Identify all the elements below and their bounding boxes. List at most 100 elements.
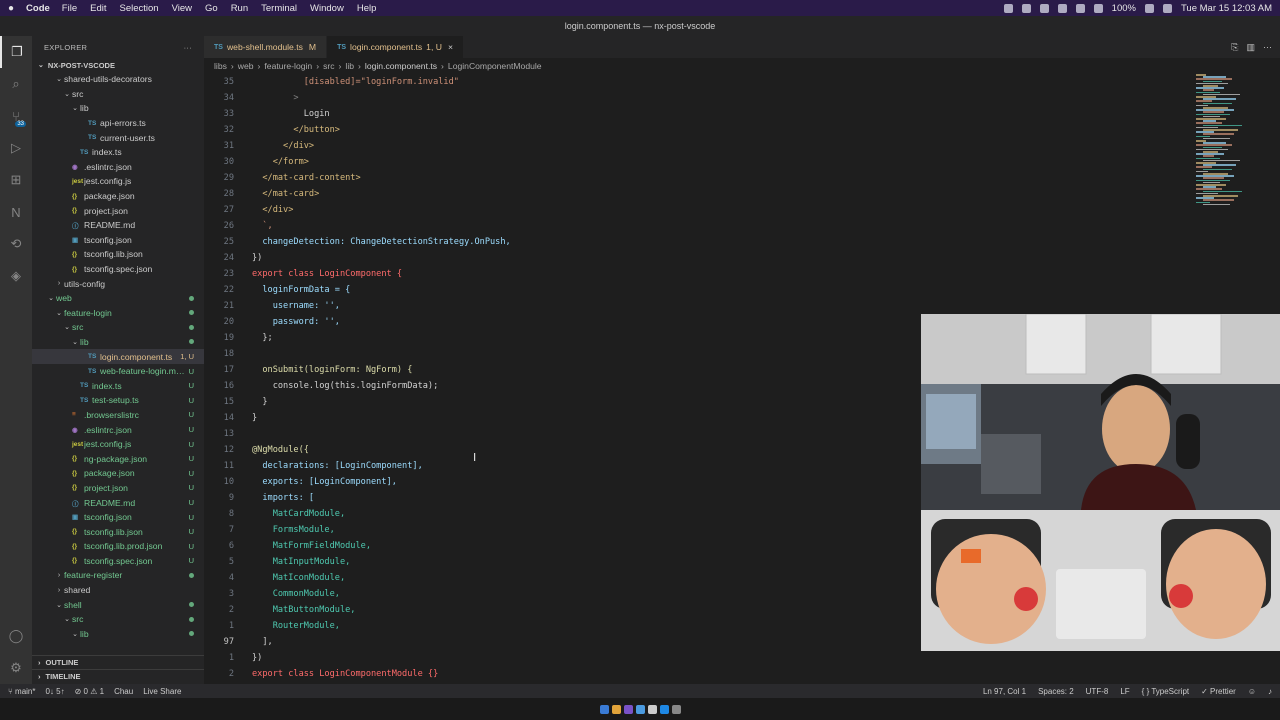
gear-icon[interactable]: ⚙ (0, 652, 32, 684)
code-line[interactable]: 30 </form> (204, 154, 1184, 170)
tree-file[interactable]: {} tsconfig.spec.json U (32, 554, 204, 569)
status-icon[interactable] (1057, 3, 1067, 13)
tree-file[interactable]: {} ng-package.json U (32, 451, 204, 466)
menu-help[interactable]: Help (357, 3, 377, 14)
code-line[interactable]: 32 </button> (204, 122, 1184, 138)
language-mode[interactable]: { } TypeScript (1142, 687, 1189, 696)
feedback-icon[interactable]: ☺ (1248, 687, 1256, 696)
menu-file[interactable]: File (62, 3, 77, 14)
battery-level[interactable]: 100% (1112, 3, 1136, 14)
dock-app-icon[interactable] (659, 704, 669, 714)
bell-icon[interactable]: ♪ (1268, 687, 1272, 696)
indentation[interactable]: Spaces: 2 (1038, 687, 1074, 696)
tree-folder[interactable]: ⌄ lib (32, 627, 204, 642)
problems-status[interactable]: ⊘ 0 ⚠ 1 (75, 687, 104, 696)
tree-folder[interactable]: › feature-register (32, 568, 204, 583)
status-icon[interactable] (1039, 3, 1049, 13)
tree-file[interactable]: {} project.json U (32, 481, 204, 496)
split-editor-icon[interactable]: ▥ (1246, 42, 1255, 53)
menu-edit[interactable]: Edit (90, 3, 106, 14)
minimap[interactable] (1192, 74, 1248, 214)
app-menu[interactable]: Code (26, 3, 50, 14)
breadcrumb-item[interactable]: src (323, 61, 334, 71)
clock[interactable]: Tue Mar 15 12:03 AM (1181, 3, 1272, 14)
tree-folder[interactable]: ⌄ src (32, 320, 204, 335)
code-line[interactable]: 34 > (204, 90, 1184, 106)
tree-folder[interactable]: › shared (32, 583, 204, 598)
dock-app-icon[interactable] (599, 704, 609, 714)
tree-folder[interactable]: ⌄ lib (32, 335, 204, 350)
menu-run[interactable]: Run (231, 3, 248, 14)
tree-file[interactable]: {} package.json (32, 189, 204, 204)
compare-icon[interactable]: ⎘ (1231, 42, 1238, 53)
close-icon[interactable]: × (448, 42, 453, 52)
tree-file[interactable]: {} tsconfig.spec.json (32, 262, 204, 277)
code-line[interactable]: 26 `, (204, 218, 1184, 234)
code-line[interactable]: 33 Login (204, 106, 1184, 122)
status-icon[interactable] (1021, 3, 1031, 13)
files-icon[interactable]: ❐ (0, 36, 32, 68)
code-line[interactable]: 35 [disabled]="loginForm.invalid" (204, 74, 1184, 90)
extensions-icon[interactable]: ⊞ (0, 164, 32, 196)
tree-file[interactable]: ◉ .eslintrc.json (32, 160, 204, 175)
tree-file[interactable]: ▣ tsconfig.json (32, 233, 204, 248)
project-header[interactable]: ⌄ NX-POST-VSCODE (32, 58, 204, 72)
sync-status[interactable]: 0↓ 5↑ (45, 687, 64, 696)
tree-file[interactable]: TS current-user.ts (32, 130, 204, 145)
status-icon[interactable] (1075, 3, 1085, 13)
remote-icon[interactable]: ⟲ (0, 228, 32, 260)
tree-folder[interactable]: ⌄ shell (32, 597, 204, 612)
more-actions-icon[interactable]: ··· (1263, 42, 1272, 52)
tree-file[interactable]: TS index.ts (32, 145, 204, 160)
dock-app-icon[interactable] (671, 704, 681, 714)
tree-folder[interactable]: ⌄ feature-login (32, 306, 204, 321)
line-ending[interactable]: LF (1120, 687, 1129, 696)
tab-web-shell-module[interactable]: TS web-shell.module.ts M (204, 36, 328, 58)
prettier-status[interactable]: ✓ Prettier (1201, 687, 1236, 696)
menu-view[interactable]: View (172, 3, 192, 14)
code-line[interactable]: 1}) (204, 650, 1184, 666)
nx-icon[interactable]: N (0, 196, 32, 228)
tree-file[interactable]: TS test-setup.ts U (32, 393, 204, 408)
tree-file[interactable]: {} tsconfig.lib.json U (32, 524, 204, 539)
tree-file[interactable]: ≡ .browserslistrc U (32, 408, 204, 423)
code-line[interactable]: 21 username: '', (204, 298, 1184, 314)
code-line[interactable]: 25 changeDetection: ChangeDetectionStrat… (204, 234, 1184, 250)
tree-file[interactable]: ◉ .eslintrc.json U (32, 422, 204, 437)
code-line[interactable]: 2 export class LoginComponentModule {} (204, 666, 1184, 682)
tree-file[interactable]: {} project.json (32, 203, 204, 218)
apple-icon[interactable]: ● (8, 3, 14, 14)
spotlight-icon[interactable] (1162, 3, 1172, 13)
dock-app-icon[interactable] (647, 704, 657, 714)
menu-selection[interactable]: Selection (119, 3, 158, 14)
tree-file[interactable]: ▣ tsconfig.json U (32, 510, 204, 525)
timeline-section[interactable]: › TIMELINE (32, 669, 204, 683)
run-debug-icon[interactable]: ▷ (0, 132, 32, 164)
tree-folder[interactable]: › utils-config (32, 276, 204, 291)
tree-folder[interactable]: ⌄ src (32, 612, 204, 627)
more-actions-icon[interactable]: ··· (184, 43, 192, 52)
tree-file[interactable]: {} tsconfig.lib.json (32, 247, 204, 262)
cursor-position[interactable]: Ln 97, Col 1 (983, 687, 1026, 696)
tree-file[interactable]: ⓘ README.md U (32, 495, 204, 510)
breadcrumb-item[interactable]: lib (345, 61, 354, 71)
code-line[interactable]: 24}) (204, 250, 1184, 266)
search-icon[interactable]: ⌕ (0, 68, 32, 100)
code-line[interactable]: 22 loginFormData = { (204, 282, 1184, 298)
tree-file[interactable]: jest jest.config.js U (32, 437, 204, 452)
tree-file[interactable]: TS web-feature-login.mod... U (32, 364, 204, 379)
code-line[interactable]: 23 export class LoginComponent { (204, 266, 1184, 282)
tree-folder[interactable]: ⌄ shared-utils-decorators (32, 72, 204, 87)
status-icon[interactable] (1093, 3, 1103, 13)
branch-status[interactable]: ⑂ main* (8, 687, 35, 696)
user-status[interactable]: Chau (114, 687, 133, 696)
code-line[interactable]: 29 </mat-card-content> (204, 170, 1184, 186)
breadcrumb-item[interactable]: login.component.ts (365, 61, 437, 71)
source-control-icon[interactable]: ⑂ 33 (0, 100, 32, 132)
code-line[interactable]: 31 </div> (204, 138, 1184, 154)
wifi-icon[interactable] (1144, 3, 1154, 13)
menu-terminal[interactable]: Terminal (261, 3, 297, 14)
code-line[interactable]: 28 </mat-card> (204, 186, 1184, 202)
menu-window[interactable]: Window (310, 3, 344, 14)
dock-app-icon[interactable] (611, 704, 621, 714)
